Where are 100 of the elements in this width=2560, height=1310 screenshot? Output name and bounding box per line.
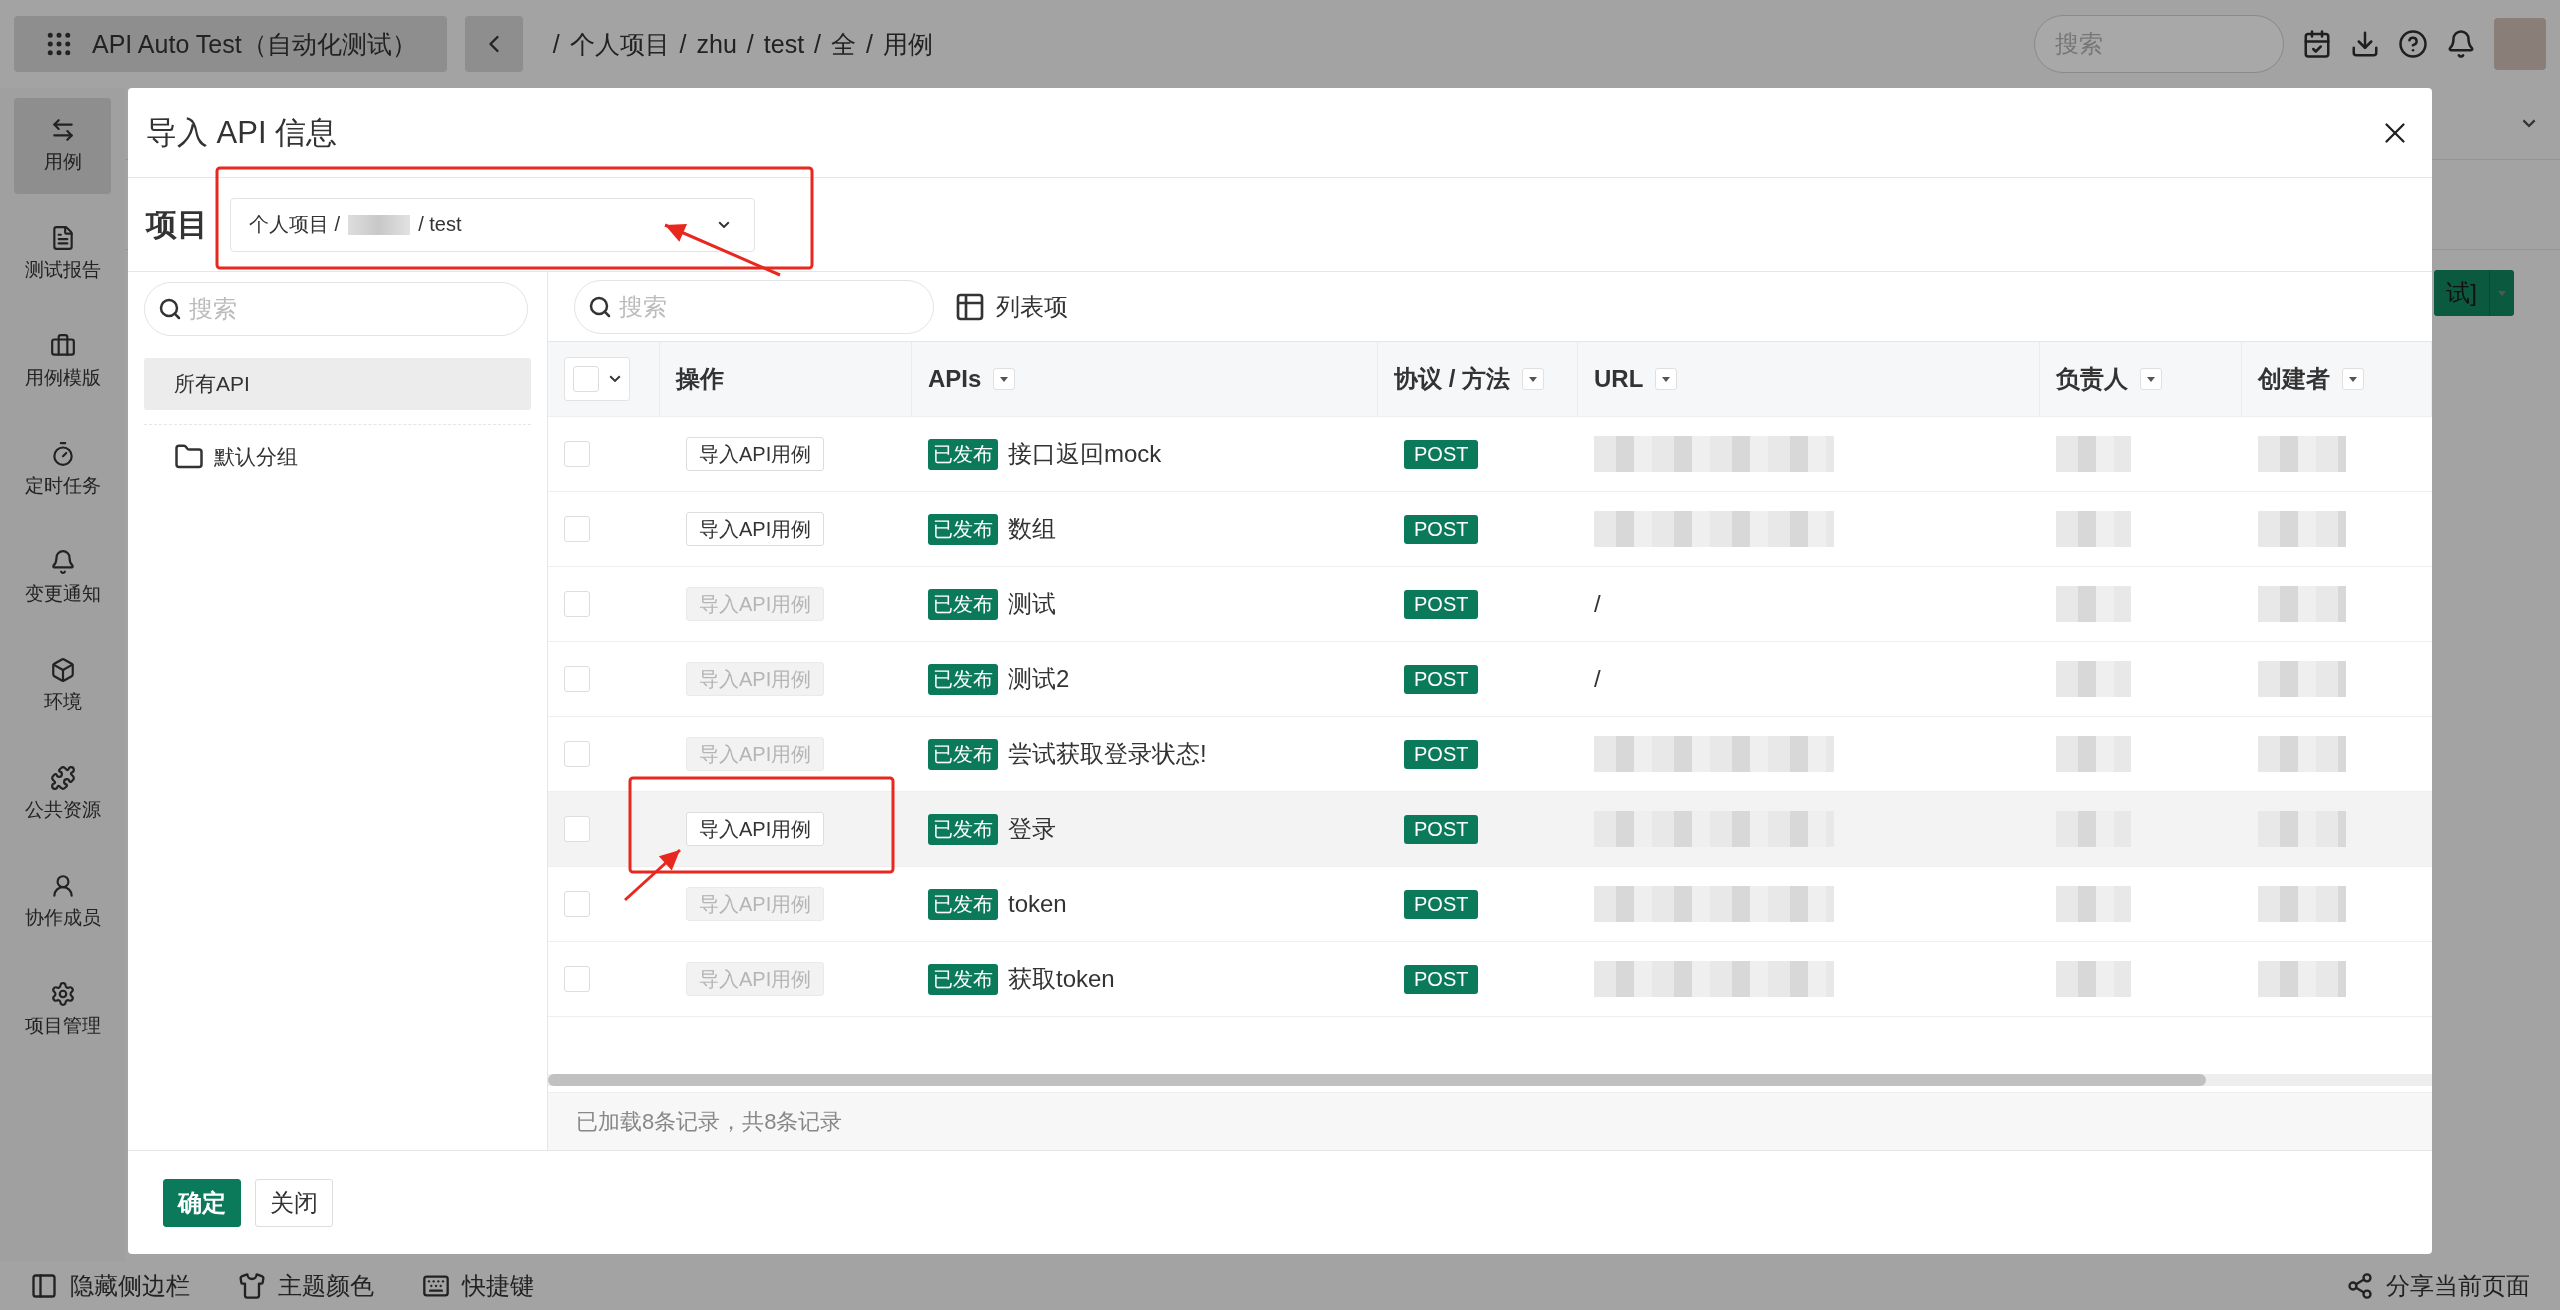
confirm-button[interactable]: 确定: [163, 1178, 241, 1227]
sidebar-item[interactable]: 用例: [14, 98, 111, 194]
import-button[interactable]: 导入API用例: [686, 512, 825, 546]
sidebar-item[interactable]: 用例模版: [14, 314, 111, 410]
row-checkbox[interactable]: [564, 966, 590, 992]
row-checkbox[interactable]: [564, 516, 590, 542]
status-tag: 已发布: [928, 588, 998, 620]
method-tag: POST: [1404, 439, 1479, 469]
chevron-down-icon: [2522, 119, 2536, 128]
api-name: 获取token: [1008, 964, 1115, 994]
status-tag: 已发布: [928, 738, 998, 770]
download-icon[interactable]: [2350, 29, 2380, 59]
share-icon: [2346, 1272, 2374, 1300]
column-filter-button[interactable]: [2342, 368, 2364, 390]
api-name: 测试2: [1008, 664, 1070, 694]
method-tag: POST: [1404, 964, 1479, 994]
status-tag: 已发布: [928, 663, 998, 695]
breadcrumb-separator: /: [866, 29, 873, 59]
method-tag: POST: [1404, 514, 1479, 544]
column-title: 操作: [676, 364, 724, 394]
chevron-down-icon: [609, 375, 621, 383]
column-filter-button[interactable]: [1522, 368, 1544, 390]
breadcrumb-item[interactable]: zhu: [696, 29, 737, 59]
footer-button[interactable]: 隐藏侧边栏: [30, 1270, 190, 1302]
api-name: 数组: [1008, 514, 1056, 544]
sidebar-item[interactable]: 协作成员: [14, 854, 111, 950]
column-filter-button[interactable]: [993, 368, 1016, 390]
caret-icon: [1662, 376, 1671, 382]
panel-icon: [30, 1272, 58, 1300]
shirt-icon: [238, 1272, 266, 1300]
method-tag: POST: [1404, 889, 1479, 919]
status-tag: 已发布: [928, 438, 998, 470]
bell-icon: [49, 549, 76, 575]
annotation-arrow: [624, 848, 681, 902]
caret-icon: [2349, 376, 2357, 382]
bell-icon[interactable]: [2446, 29, 2476, 59]
caret-icon: [1000, 376, 1009, 382]
breadcrumb-item[interactable]: 个人项目: [569, 27, 670, 61]
method-tag: POST: [1404, 739, 1479, 769]
row-checkbox[interactable]: [564, 441, 590, 467]
column-title: URL: [1594, 365, 1644, 393]
row-checkbox[interactable]: [564, 816, 590, 842]
sidebar-item[interactable]: 变更通知: [14, 530, 111, 626]
scrollbar-track[interactable]: [548, 1074, 2432, 1086]
status-tag: 已发布: [928, 813, 998, 845]
row-checkbox[interactable]: [564, 666, 590, 692]
method-tag: POST: [1404, 664, 1479, 694]
sidebar-item[interactable]: 环境: [14, 638, 111, 734]
record-count: 已加载8条记录，共8条记录: [548, 1092, 2432, 1150]
app-menu-button[interactable]: API Auto Test（自动化测试）: [14, 16, 447, 72]
url-text: /: [1594, 665, 1601, 693]
sidebar-item[interactable]: 定时任务: [14, 422, 111, 518]
tree-item[interactable]: 所有API: [144, 358, 531, 410]
breadcrumb-item[interactable]: 用例: [883, 27, 933, 61]
row-checkbox[interactable]: [564, 741, 590, 767]
caret-icon: [2498, 290, 2506, 296]
import-button[interactable]: 导入API用例: [686, 437, 825, 471]
search-icon: [588, 294, 612, 319]
api-name: 测试: [1008, 589, 1056, 619]
api-name: 接口返回mock: [1008, 439, 1162, 469]
sidebar-item[interactable]: 测试报告: [14, 206, 111, 302]
row-checkbox[interactable]: [564, 891, 590, 917]
status-tag: 已发布: [928, 888, 998, 920]
settings-icon: [49, 981, 76, 1007]
puzzle-icon: [49, 765, 76, 791]
select-all-dropdown[interactable]: [564, 357, 630, 401]
redacted-block: [348, 214, 411, 235]
avatar[interactable]: [2494, 18, 2546, 70]
import-button[interactable]: 导入API用例: [686, 812, 825, 846]
tree-folder[interactable]: 默认分组: [144, 437, 531, 477]
back-button[interactable]: [464, 16, 523, 72]
calendar-check-icon[interactable]: [2302, 29, 2332, 59]
method-tag: POST: [1404, 814, 1479, 844]
column-settings-button[interactable]: 列表项: [954, 290, 1068, 323]
footer-button[interactable]: 主题颜色: [238, 1270, 374, 1302]
column-filter-button[interactable]: [2140, 368, 2162, 390]
breadcrumb-separator: /: [814, 29, 822, 59]
column-filter-button[interactable]: [1655, 368, 1678, 390]
caret-icon: [1529, 376, 1537, 382]
footer-button[interactable]: 快捷键: [422, 1270, 534, 1302]
url-text: /: [1594, 590, 1601, 618]
api-name: token: [1008, 890, 1067, 918]
column-title: 协议 / 方法: [1394, 364, 1510, 394]
row-checkbox[interactable]: [564, 591, 590, 617]
breadcrumb-separator: /: [679, 29, 687, 59]
breadcrumb-item[interactable]: 全: [831, 27, 857, 61]
sidebar-item[interactable]: 公共资源: [14, 746, 111, 842]
help-icon[interactable]: [2398, 29, 2428, 59]
chevron-down-icon: [718, 220, 730, 229]
close-button[interactable]: 关闭: [255, 1178, 333, 1227]
project-label: 项目: [146, 205, 208, 244]
method-tag: POST: [1404, 589, 1479, 619]
dialog-title: 导入 API 信息: [146, 113, 338, 152]
sidebar-item[interactable]: 项目管理: [14, 962, 111, 1058]
cube-icon: [49, 657, 76, 683]
api-name: 登录: [1008, 814, 1056, 844]
project-select[interactable]: 个人项目 / / test: [230, 197, 755, 252]
breadcrumb-item[interactable]: test: [763, 29, 805, 59]
share-button[interactable]: 分享当前页面: [2346, 1270, 2530, 1302]
column-title: 负责人: [2056, 364, 2128, 394]
